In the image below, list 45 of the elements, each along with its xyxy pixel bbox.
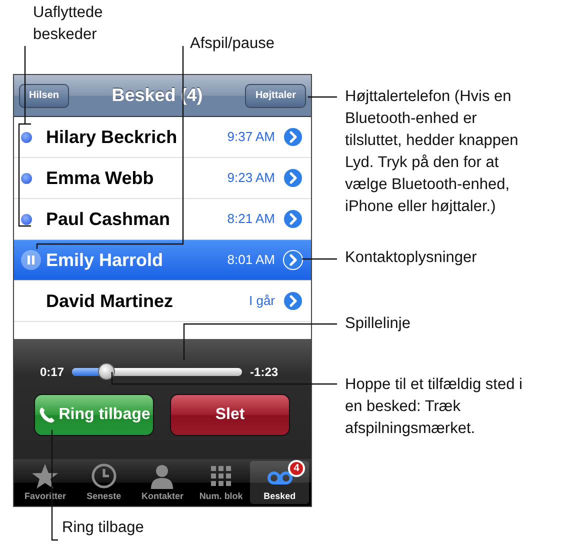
- star-icon: [31, 462, 60, 490]
- message-row[interactable]: Emma Webb 9:23 AM: [14, 158, 311, 199]
- info-icon[interactable]: [283, 291, 303, 311]
- callout-label: Hoppe til et tilfældig sted i en besked: Træk afspilningsmærket.: [345, 375, 522, 439]
- scrubber-thumb[interactable]: [98, 363, 116, 380]
- callout-label: Kontaktoplysninger: [345, 248, 477, 268]
- callout-label: Uaflyttede beskeder: [33, 3, 103, 45]
- phone-icon: [38, 406, 56, 424]
- delete-button[interactable]: Slet: [170, 394, 290, 436]
- tab-item[interactable]: Favoritter: [16, 461, 75, 504]
- info-icon[interactable]: [283, 250, 303, 270]
- leader-line: [302, 258, 337, 260]
- clock-icon: [90, 462, 118, 490]
- tab-item[interactable]: Num. blok: [192, 461, 250, 504]
- callout-label: Spillelinje: [345, 314, 410, 334]
- info-icon[interactable]: [283, 209, 303, 229]
- contact-name: Paul Cashman: [46, 208, 172, 230]
- message-row[interactable]: David Martinez I går: [14, 281, 311, 322]
- callout-label: Ring tilbage: [62, 518, 144, 538]
- message-time: 8:21 AM: [227, 210, 275, 228]
- elapsed-time: 0:17: [40, 364, 64, 381]
- greeting-button[interactable]: Hilsen: [19, 84, 70, 108]
- message-time: 9:37 AM: [227, 128, 275, 146]
- leader-line: [308, 96, 337, 98]
- speaker-button[interactable]: Højttaler: [245, 84, 306, 108]
- callout-label: Højttalertelefon (Hvis en Bluetooth-enhed er tilsluttet, hedder knappen Lyd. Tryk på den for at vælge Bluetooth-enhed, iPhone eller højttaler.): [345, 87, 518, 217]
- info-icon[interactable]: [283, 168, 303, 188]
- remaining-time: -1:23: [250, 364, 278, 381]
- message-row[interactable]: Hilary Beckrich 9:37 AM: [14, 117, 311, 158]
- contact-name: Hilary Beckrich: [46, 126, 178, 149]
- tab-item[interactable]: Besked 4: [250, 461, 309, 504]
- message-row[interactable]: Emily Harrold 8:01 AM: [14, 240, 311, 281]
- callout-label: Afspil/pause: [190, 34, 274, 54]
- call-back-button[interactable]: Ring tilbage: [34, 394, 154, 436]
- count-badge: 4: [288, 460, 305, 477]
- message-time: I går: [248, 292, 275, 310]
- tab-item[interactable]: Kontakter: [133, 461, 192, 504]
- message-time: 9:23 AM: [227, 169, 275, 188]
- info-icon[interactable]: [283, 127, 303, 147]
- contact-name: Emily Harrold: [46, 248, 164, 272]
- message-time: 8:01 AM: [227, 251, 275, 270]
- contact-name: Emma Webb: [46, 166, 155, 190]
- pause-icon[interactable]: [21, 250, 41, 270]
- contact-name: David Martinez: [46, 290, 174, 312]
- tab-item[interactable]: Seneste: [74, 461, 134, 504]
